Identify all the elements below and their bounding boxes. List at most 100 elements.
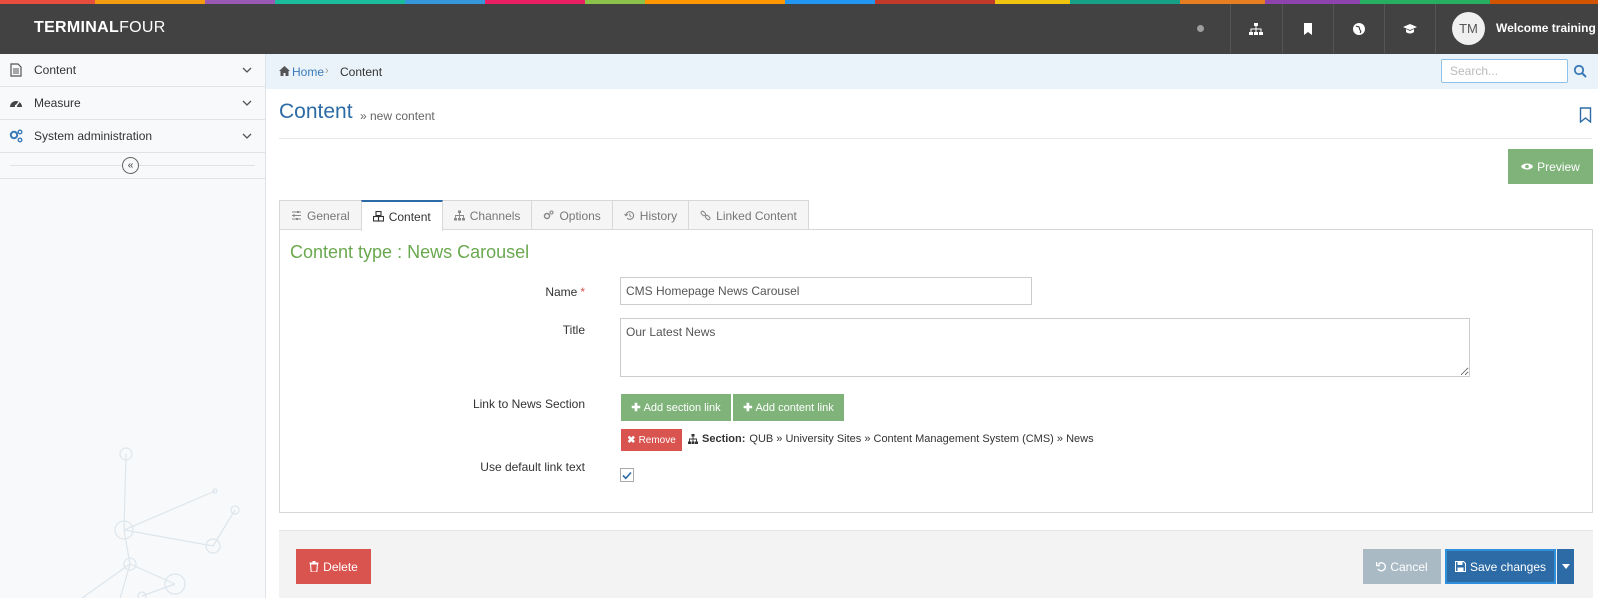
tab-label: History — [639, 208, 678, 223]
title-field[interactable]: Our Latest News — [620, 318, 1470, 377]
history-icon — [623, 211, 634, 220]
bookmark-outline-icon[interactable] — [1579, 107, 1592, 123]
add-section-link-label: Add section link — [643, 401, 721, 414]
breadcrumb-current: Content — [340, 65, 383, 79]
chevron-down-icon — [242, 133, 252, 139]
use-default-link-text-checkbox[interactable] — [620, 468, 634, 482]
collapse-sidebar-button[interactable]: « — [122, 157, 139, 174]
tab-general[interactable]: General — [279, 200, 362, 230]
undo-icon — [1376, 562, 1387, 572]
remove-link-button[interactable]: ✖ Remove — [621, 429, 682, 451]
add-content-link-button[interactable]: ✚ Add content link — [733, 394, 844, 421]
save-options-dropdown-button[interactable] — [1557, 549, 1574, 584]
cubes-icon — [372, 211, 384, 222]
plus-icon: ✚ — [631, 402, 641, 414]
color-strip-segment — [995, 0, 1070, 4]
color-strip-segment — [585, 0, 645, 4]
breadcrumb-separator: › — [325, 65, 329, 77]
form-actions-bar: Delete Cancel Save changes — [279, 530, 1593, 598]
cogs-icon — [544, 210, 554, 220]
bookmarks-button[interactable] — [1282, 4, 1333, 53]
sliders-icon — [292, 211, 301, 220]
sidebar-item-label: Content — [34, 63, 77, 77]
bookmark-icon — [1304, 22, 1312, 35]
save-changes-button[interactable]: Save changes — [1445, 549, 1556, 584]
globe-icon — [1353, 22, 1365, 35]
tab-options[interactable]: Options — [531, 200, 613, 230]
search-icon[interactable] — [1573, 64, 1587, 78]
site-structure-button[interactable] — [1230, 4, 1281, 53]
breadcrumb-home-link[interactable]: Home — [292, 65, 324, 79]
section-path-text: QUB » University Sites » Content Managem… — [749, 433, 1094, 445]
dashboard-gauge-icon — [8, 95, 24, 111]
preview-label: Preview — [1537, 159, 1580, 174]
delete-label: Delete — [323, 559, 358, 574]
sidebar-item-system-administration[interactable]: System administration — [0, 120, 265, 153]
page-title: Content — [279, 100, 353, 123]
page-subtitle: » new content — [360, 109, 435, 123]
cancel-button[interactable]: Cancel — [1363, 549, 1441, 584]
color-strip-segment — [1070, 0, 1180, 4]
save-changes-label: Save changes — [1469, 559, 1547, 574]
network-decoration-icon — [81, 447, 240, 598]
welcome-text: Welcome training ▾ — [1496, 21, 1598, 35]
delete-button[interactable]: Delete — [296, 549, 371, 584]
color-strip-segment — [875, 0, 995, 4]
status-indicator-icon — [1197, 25, 1204, 32]
add-section-link-button[interactable]: ✚ Add section link — [621, 394, 731, 421]
home-icon — [279, 66, 290, 76]
linked-section-path: Section: QUB » University Sites » Conten… — [688, 433, 1094, 445]
sitemap-icon — [1249, 22, 1263, 35]
color-strip-segment — [785, 0, 875, 4]
name-field[interactable] — [620, 277, 1032, 305]
terminalfour-logo[interactable]: TERMINALFOUR — [34, 19, 166, 37]
link-icon — [700, 210, 711, 221]
color-strip-segment — [405, 0, 485, 4]
tab-history[interactable]: History — [611, 200, 690, 230]
title-label: Title — [562, 323, 585, 337]
remove-label: Remove — [638, 434, 676, 446]
sitemap-icon — [688, 434, 698, 444]
logo-bold-text: TERMINAL — [34, 19, 120, 36]
tab-label: Channels — [469, 208, 521, 223]
close-icon: ✖ — [627, 434, 636, 446]
sidebar-item-label: System administration — [34, 129, 153, 143]
search-input[interactable] — [1441, 59, 1568, 83]
use-default-link-text-label: Use default link text — [480, 460, 585, 474]
top-navbar: TERMINALFOUR TM Welcome training ▾ — [0, 0, 1598, 54]
sidebar-item-content[interactable]: Content — [0, 54, 265, 87]
color-strip-segment — [275, 0, 405, 4]
tab-label: Options — [559, 208, 601, 223]
color-strip-segment — [485, 0, 585, 4]
content-form-panel: Content type : News Carousel Name* Title… — [279, 229, 1593, 513]
user-menu[interactable]: TM Welcome training ▾ — [1435, 4, 1598, 53]
tab-label: General — [307, 208, 350, 223]
preview-button[interactable]: Preview — [1508, 149, 1593, 184]
document-icon — [8, 62, 24, 78]
learning-button[interactable] — [1384, 4, 1435, 53]
breadcrumb: Home › Content — [266, 54, 1598, 89]
avatar: TM — [1452, 12, 1485, 45]
sidebar-collapse-row: « — [0, 153, 265, 179]
sidebar-item-label: Measure — [34, 96, 81, 110]
tab-channels[interactable]: Channels — [441, 200, 533, 230]
cogs-icon — [8, 128, 24, 144]
name-label-text: Name — [545, 285, 578, 299]
add-content-link-label: Add content link — [755, 401, 834, 414]
chevron-down-icon — [242, 67, 252, 73]
checkmark-icon — [622, 471, 632, 479]
color-strip-segment — [95, 0, 205, 4]
content-type-heading: Content type : News Carousel — [290, 242, 530, 262]
plus-icon: ✚ — [743, 402, 753, 414]
section-prefix: Section: — [702, 433, 746, 445]
global-button[interactable] — [1333, 4, 1384, 53]
logo-light-text: FOUR — [119, 19, 166, 36]
sitemap-icon — [453, 210, 465, 221]
divider — [279, 138, 1592, 139]
tab-linked-content[interactable]: Linked Content — [688, 200, 809, 230]
sidebar-item-measure[interactable]: Measure — [0, 87, 265, 120]
sidebar: Content Measure System administration « — [0, 54, 266, 598]
save-icon — [1454, 561, 1466, 572]
caret-down-icon — [1561, 564, 1570, 569]
tab-content[interactable]: Content — [360, 200, 443, 231]
